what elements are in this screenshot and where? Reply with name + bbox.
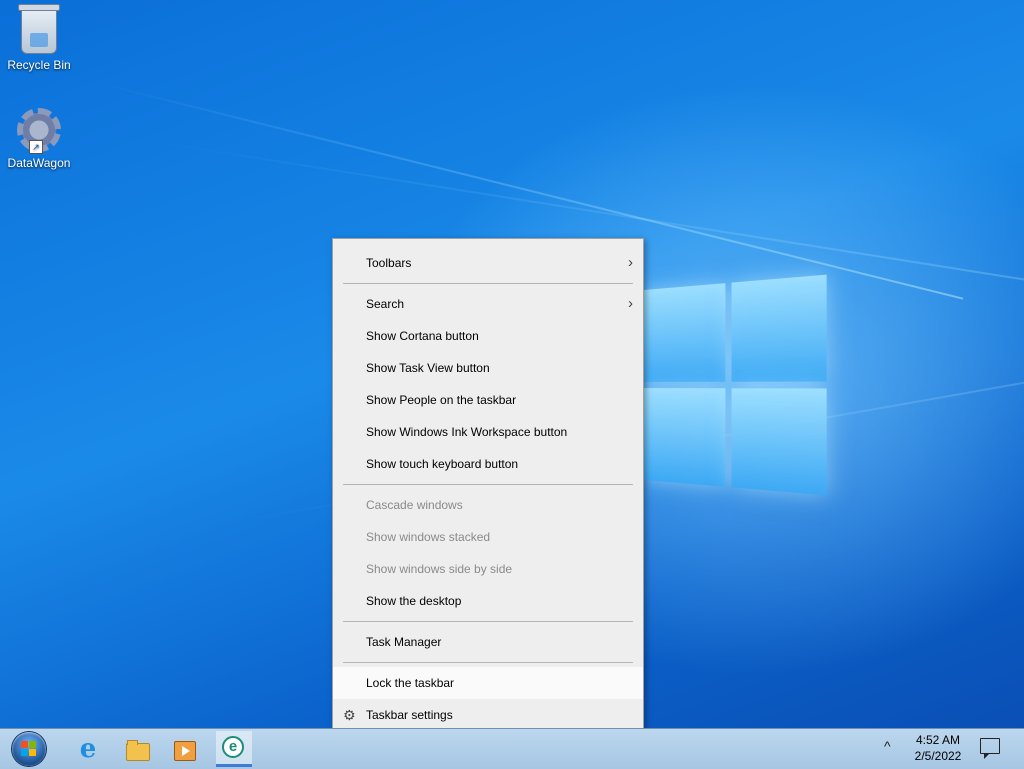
menu-item-cascade-windows: Cascade windows [333, 489, 643, 521]
menu-item-show-task-view[interactable]: Show Task View button [333, 352, 643, 384]
folder-icon [126, 740, 150, 761]
chevron-right-icon: › [628, 254, 633, 271]
menu-item-label: Cascade windows [366, 498, 463, 512]
chevron-up-icon: ^ [884, 738, 891, 754]
windows-logo-wallpaper [644, 274, 827, 496]
menu-item-label: Search [366, 297, 405, 311]
recycle-bin-icon [18, 4, 60, 54]
desktop-icon-recycle-bin[interactable]: Recycle Bin [3, 2, 75, 72]
eset-icon: e [222, 736, 244, 758]
menu-item-show-touch-keyboard[interactable]: Show touch keyboard button [333, 448, 643, 480]
windows-flag-icon [21, 741, 37, 757]
start-button[interactable] [12, 732, 46, 766]
menu-item-show-people[interactable]: Show People on the taskbar [333, 384, 643, 416]
menu-item-label: Taskbar settings [366, 708, 453, 722]
taskbar-context-menu: Toolbars › Search › Show Cortana button … [332, 238, 644, 728]
menu-item-show-windows-side-by-side: Show windows side by side [333, 553, 643, 585]
logo-pane [731, 388, 827, 496]
menu-item-label: Show Cortana button [366, 329, 479, 343]
menu-separator [343, 662, 633, 663]
desktop-icon-label: DataWagon [7, 156, 71, 170]
menu-item-label: Show People on the taskbar [366, 393, 517, 407]
shortcut-arrow-icon: ↗ [29, 140, 43, 154]
desktop-icon-label: Recycle Bin [7, 58, 71, 72]
menu-item-label: Show the desktop [366, 594, 462, 608]
logo-pane [644, 388, 726, 487]
menu-item-label: Show Windows Ink Workspace button [366, 425, 568, 439]
menu-separator [343, 283, 633, 284]
gear-icon: ⚙ [343, 707, 356, 723]
menu-item-lock-taskbar[interactable]: Lock the taskbar [333, 667, 643, 699]
internet-explorer-icon: e [79, 734, 97, 764]
menu-item-label: Lock the taskbar [366, 676, 455, 690]
eset-button[interactable]: e [216, 731, 252, 767]
logo-pane [644, 283, 726, 382]
menu-item-label: Show touch keyboard button [366, 457, 519, 471]
menu-item-label: Show windows side by side [366, 562, 513, 576]
chevron-right-icon: › [628, 295, 633, 312]
menu-item-show-cortana[interactable]: Show Cortana button [333, 320, 643, 352]
menu-separator [343, 484, 633, 485]
clock-date: 2/5/2022 [914, 749, 962, 763]
menu-item-taskbar-settings[interactable]: ⚙ Taskbar settings [333, 699, 643, 728]
menu-item-show-desktop[interactable]: Show the desktop [333, 585, 643, 617]
media-player-icon [174, 741, 196, 761]
logo-pane [731, 274, 827, 382]
menu-item-show-windows-stacked: Show windows stacked [333, 521, 643, 553]
notification-center-icon[interactable] [980, 738, 1000, 759]
menu-separator [343, 621, 633, 622]
menu-item-label: Show Task View button [366, 361, 490, 375]
desktop: Recycle Bin ↗ DataWagon Toolbars › Searc… [0, 0, 1024, 728]
menu-item-label: Task Manager [366, 635, 442, 649]
menu-item-label: Show windows stacked [366, 530, 491, 544]
internet-explorer-button[interactable]: e [72, 733, 104, 765]
file-explorer-button[interactable] [120, 733, 152, 765]
menu-item-toolbars[interactable]: Toolbars › [333, 247, 643, 279]
menu-item-search[interactable]: Search › [333, 288, 643, 320]
menu-item-show-ink-workspace[interactable]: Show Windows Ink Workspace button [333, 416, 643, 448]
clock[interactable]: 4:52 AM 2/5/2022 [906, 732, 970, 764]
taskbar[interactable]: e e ^ 4:52 AM 2/5/2022 [0, 728, 1024, 769]
desktop-icon-datawagon[interactable]: ↗ DataWagon [3, 104, 75, 170]
menu-item-task-manager[interactable]: Task Manager [333, 626, 643, 658]
menu-item-label: Toolbars [366, 256, 412, 270]
clock-time: 4:52 AM [915, 733, 961, 747]
media-player-button[interactable] [168, 733, 200, 765]
show-hidden-icons-button[interactable]: ^ [884, 738, 891, 754]
